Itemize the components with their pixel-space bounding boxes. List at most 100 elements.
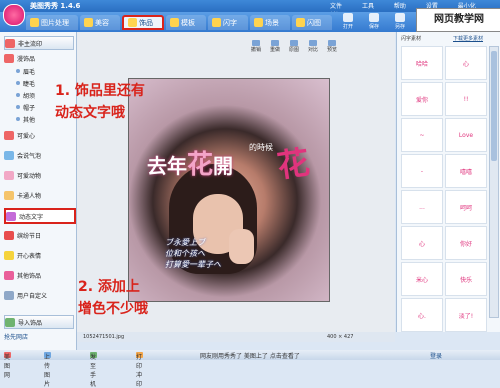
sticker-panel: 闪字素材 下载更多素材 哈哈 心 爱你 !! ~ Love - 嘻嘻 ... 呵… <box>396 32 500 332</box>
sticker-item[interactable]: 快乐 <box>445 262 487 296</box>
quote-sticker[interactable]: ブ永愛上ブ 位和个孩へ 打算愛一辈子へ <box>165 237 221 270</box>
tab-flash-image[interactable]: 闪图 <box>292 15 332 30</box>
menu-file[interactable]: 文件 <box>330 3 342 10</box>
festival-icon <box>4 230 14 240</box>
tab-flash-text-material[interactable]: 闪字素材 <box>401 35 421 42</box>
category-user-custom[interactable]: 用户自定义 <box>4 289 72 301</box>
tab-scene[interactable]: 场景 <box>250 15 290 30</box>
annotation-1: 1. 饰品里还有 动态文字哦 <box>55 83 145 121</box>
sticker-grid: 哈哈 心 爱你 !! ~ Love - 嘻嘻 ... 呵呵 心 你好 米心 快乐… <box>401 46 487 332</box>
file-name: 1052471501.jpg <box>83 334 125 340</box>
save-as-icon <box>395 13 405 22</box>
sticker-item[interactable]: !! <box>445 82 487 116</box>
app-logo-icon <box>3 4 25 26</box>
sticker-item[interactable]: 心 <box>445 46 487 80</box>
heart-icon <box>4 130 14 140</box>
category-festival[interactable]: 缤纷节日 <box>4 229 72 241</box>
bullet-icon <box>16 93 20 97</box>
canvas-toolbar: 撤销 重做 原图 对比 预览 <box>250 40 338 54</box>
watermark: 网页教学网 <box>416 8 500 32</box>
menu-help[interactable]: 帮助 <box>394 3 406 10</box>
edited-photo[interactable]: 去年花開 的時候 花 ブ永愛上ブ 位和个孩へ 打算愛一辈子へ <box>128 78 330 302</box>
shop-link[interactable]: 抢先网店 <box>4 332 28 341</box>
redo-button[interactable]: 重做 <box>269 40 281 53</box>
save-as-button[interactable]: 另存 <box>388 13 412 31</box>
status-bar: 美图网 上传图片 发至手机 打印冲印 网友刚用秀秀了 美图上了 点击查看了 登录 <box>0 350 500 388</box>
original-icon <box>290 40 298 46</box>
original-button[interactable]: 原图 <box>288 40 300 53</box>
picture-icon <box>30 18 39 27</box>
sticker-scrollbar[interactable] <box>489 46 499 318</box>
sticker-item[interactable]: Love <box>445 118 487 152</box>
flower-sticker[interactable]: 花 <box>274 137 312 187</box>
bullet-icon <box>16 69 20 73</box>
compare-button[interactable]: 对比 <box>307 40 319 53</box>
category-other-accessories[interactable]: 其他饰品 <box>4 269 72 281</box>
category-cute-animal[interactable]: 可爱动物 <box>4 169 72 181</box>
save-button[interactable]: 保存 <box>362 13 386 31</box>
bullet-icon <box>16 105 20 109</box>
sticker-item[interactable]: 呵呵 <box>445 190 487 224</box>
tab-flash-text[interactable]: 闪字 <box>208 15 248 30</box>
status-notice[interactable]: 网友刚用秀秀了 美图上了 点击查看了 <box>200 351 300 360</box>
undo-button[interactable]: 撤销 <box>250 40 262 53</box>
flash-text-icon <box>212 18 221 27</box>
tab-image-edit[interactable]: 图片处理 <box>26 15 78 30</box>
photo-hand <box>229 229 254 264</box>
sticker-item[interactable]: 心 <box>401 226 443 260</box>
annotation-2: 2. 添加上 增色不少哦 <box>78 279 148 317</box>
sticker-item[interactable]: 淡了! <box>445 298 487 332</box>
animated-text-sticker[interactable]: 去年花開 <box>147 144 233 181</box>
sticker-item[interactable]: 心. <box>401 298 443 332</box>
sticker-item[interactable]: - <box>401 154 443 188</box>
tab-accessories[interactable]: 饰品 <box>122 15 164 30</box>
import-icon <box>5 317 15 327</box>
folder-icon <box>343 13 353 22</box>
category-animated-text[interactable]: 动态文字 <box>4 208 76 224</box>
category-comic-accessories[interactable]: 漫饰品 <box>4 52 72 64</box>
bullet-icon <box>16 81 20 85</box>
open-button[interactable]: 打开 <box>336 13 360 31</box>
login-link[interactable]: 登录 <box>430 351 442 360</box>
bow-icon <box>4 53 14 63</box>
import-accessory-button[interactable]: 导入饰品 <box>4 315 74 329</box>
sticker-item[interactable]: ... <box>401 190 443 224</box>
sticker-item[interactable]: 你好 <box>445 226 487 260</box>
bullet-icon <box>16 117 20 121</box>
compare-icon <box>309 40 317 46</box>
heart-icon <box>5 38 15 48</box>
scene-icon <box>254 18 263 27</box>
menu-tools[interactable]: 工具 <box>362 3 374 10</box>
smiley-icon <box>4 250 14 260</box>
preview-button[interactable]: 预览 <box>326 40 338 53</box>
sticker-item[interactable]: 爱你 <box>401 82 443 116</box>
flash-image-icon <box>296 18 305 27</box>
sticker-item[interactable]: 嘻嘻 <box>445 154 487 188</box>
category-cute-heart[interactable]: 可爱心 <box>4 129 72 141</box>
animal-icon <box>4 170 14 180</box>
sticker-item[interactable]: 米心 <box>401 262 443 296</box>
preview-icon <box>328 40 336 46</box>
face-icon <box>84 18 93 27</box>
category-speech-bubble[interactable]: 会说气泡 <box>4 149 72 161</box>
tab-template[interactable]: 模板 <box>166 15 206 30</box>
subcategory-eyebrow[interactable]: 眉毛 <box>16 65 72 77</box>
sticker-item[interactable]: 哈哈 <box>401 46 443 80</box>
tab-beauty[interactable]: 美容 <box>80 15 120 30</box>
undo-icon <box>252 40 260 46</box>
save-icon <box>369 13 379 22</box>
animated-text-icon <box>6 211 16 221</box>
app-title: 美图秀秀 1.4.6 <box>30 2 81 10</box>
category-header-button[interactable]: 非主流印 <box>4 36 74 50</box>
image-dimensions: 400 × 427 <box>327 334 354 340</box>
image-info-bar: 1052471501.jpg 400 × 427 <box>77 332 395 342</box>
user-icon <box>4 290 14 300</box>
category-happy-emoji[interactable]: 开心表情 <box>4 249 72 261</box>
scrollbar-thumb[interactable] <box>491 51 497 161</box>
sticker-item[interactable]: ~ <box>401 118 443 152</box>
speech-bubble-icon <box>4 150 14 160</box>
download-more-link[interactable]: 下载更多素材 <box>453 35 483 42</box>
category-cartoon-character[interactable]: 卡通人物 <box>4 189 72 201</box>
redo-icon <box>271 40 279 46</box>
sticker-subtext: 的時候 <box>249 143 273 152</box>
